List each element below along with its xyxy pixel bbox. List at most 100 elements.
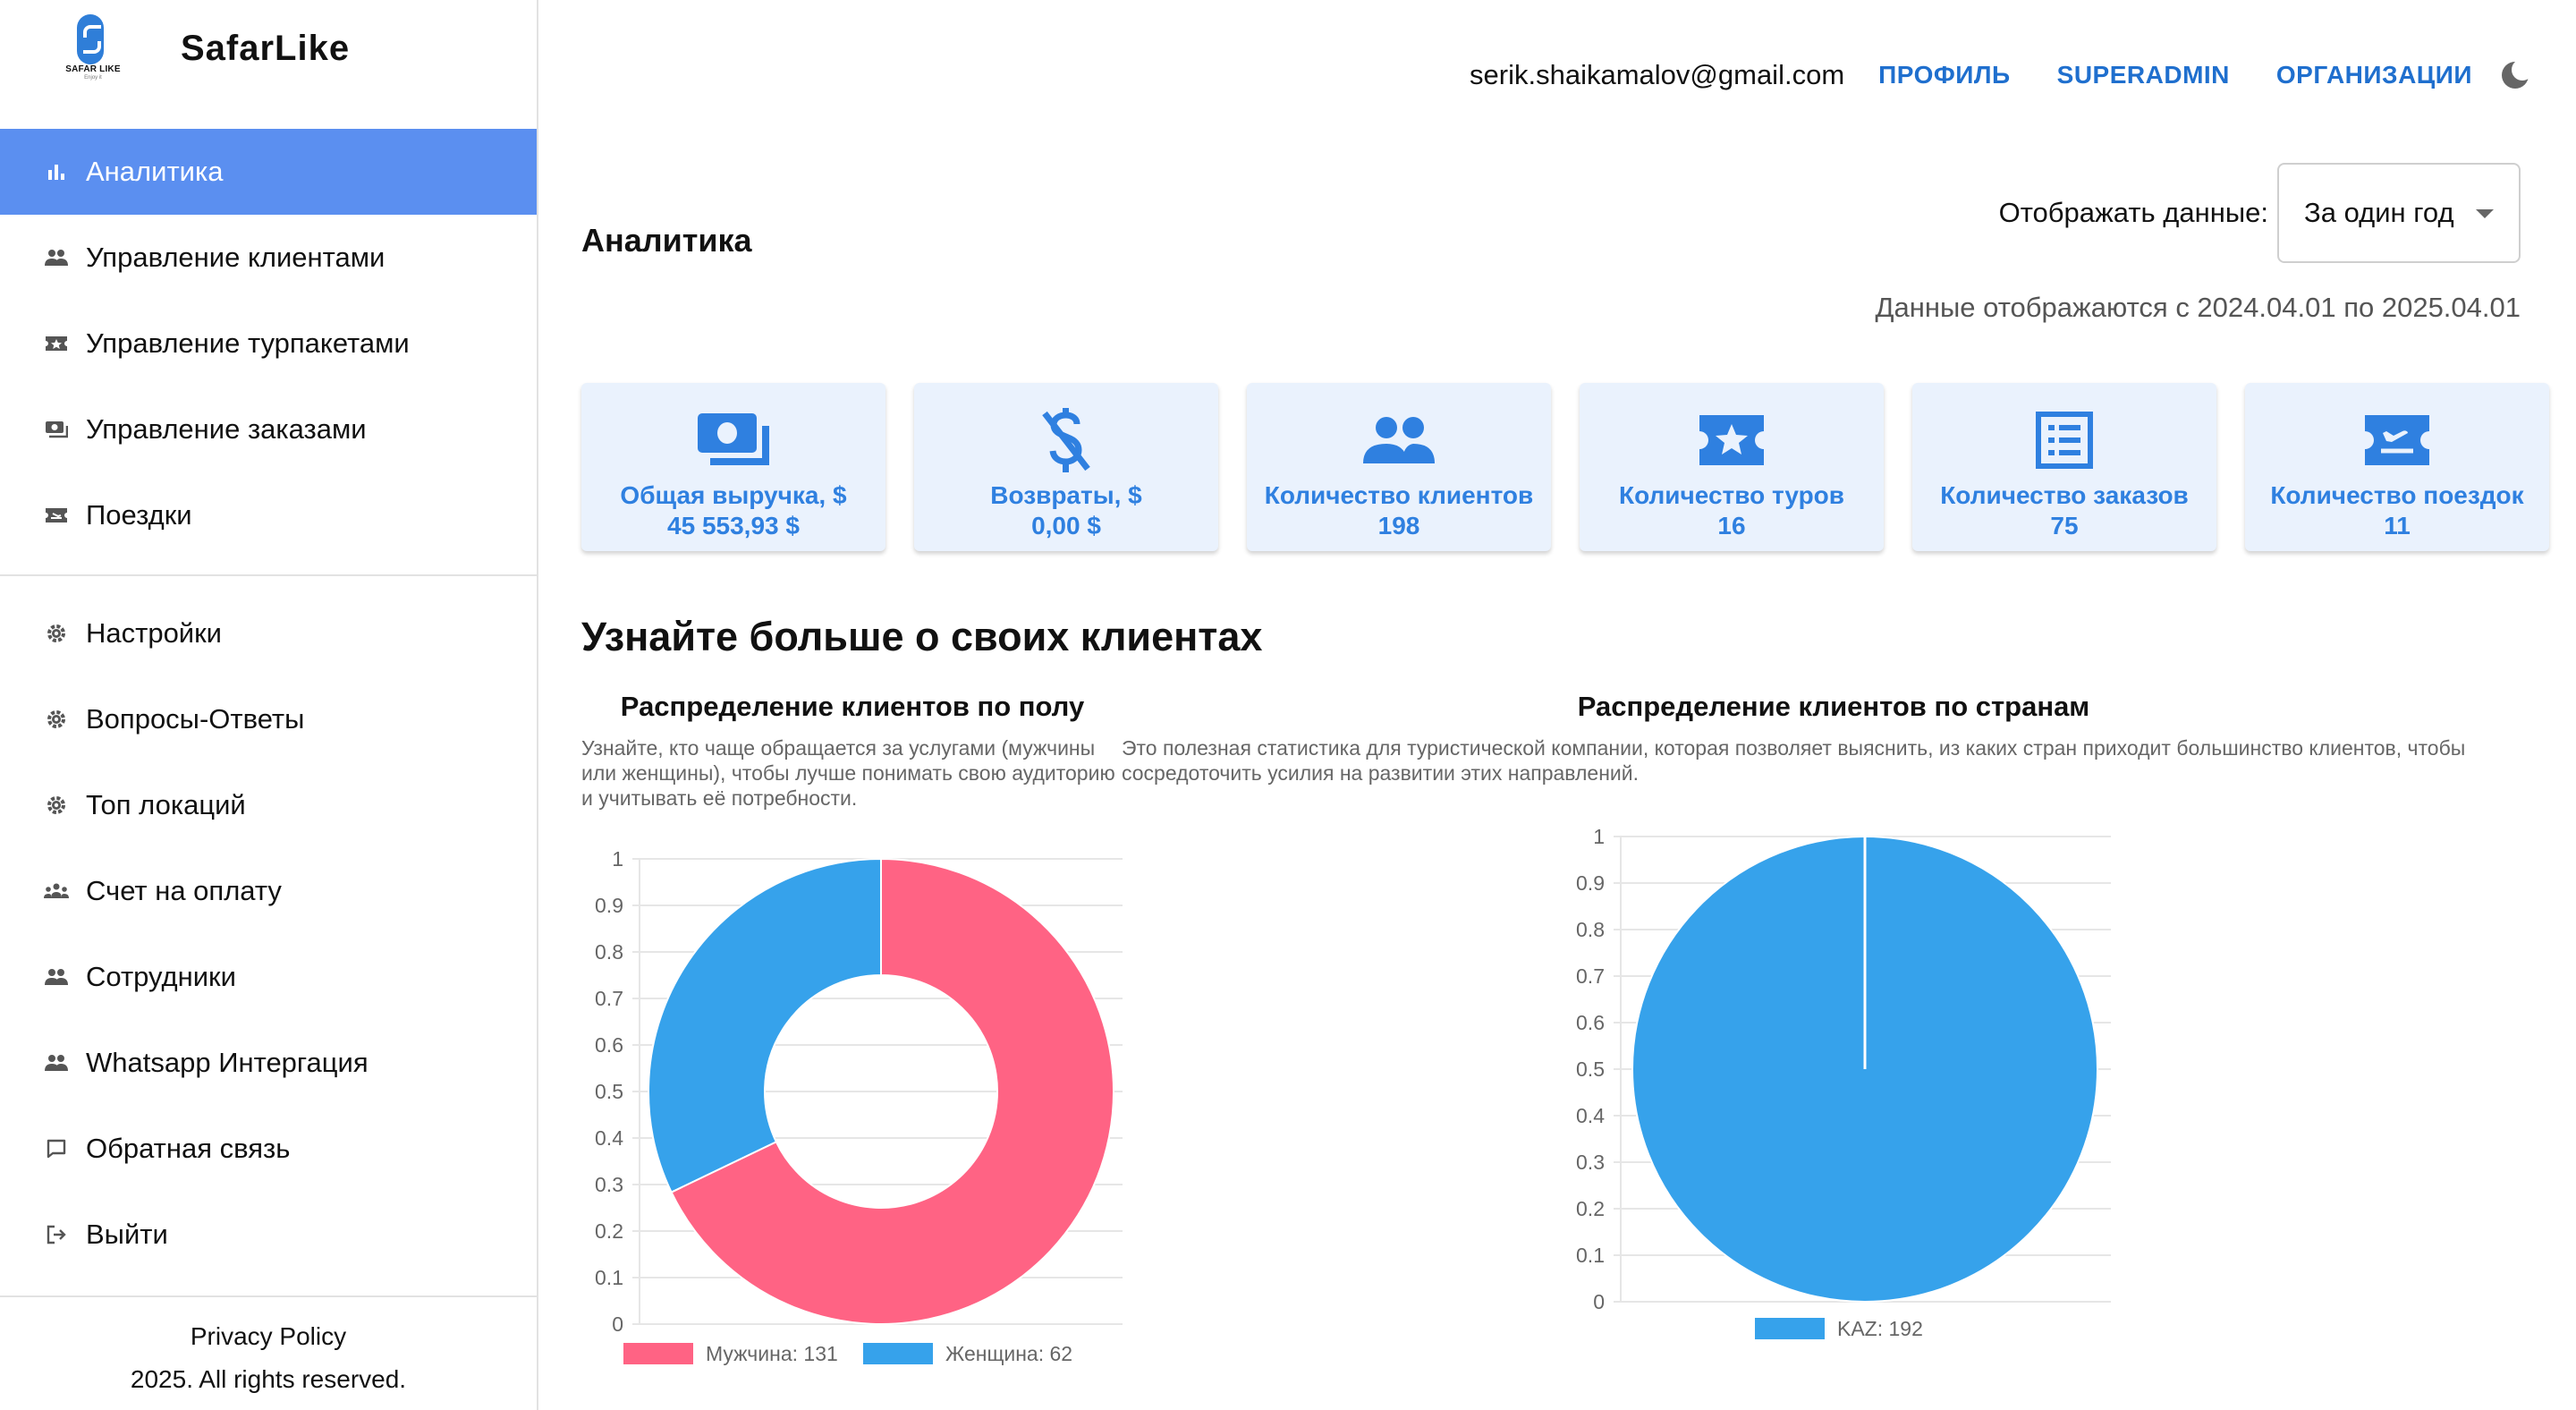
stat-card-tours: Количество туров 16 <box>1580 383 1884 551</box>
y-tick-label: 0.1 <box>595 1266 623 1289</box>
sidebar-item-label: Аналитика <box>86 156 224 187</box>
feedback-icon <box>43 1135 70 1162</box>
stat-card-label: Возвраты, $ <box>990 481 1142 509</box>
y-tick-label: 0.3 <box>595 1173 623 1196</box>
logo-icon: SAFAR LIKE Enjoy it <box>50 14 136 82</box>
y-tick-label: 0.1 <box>1576 1244 1605 1267</box>
y-tick-label: 0.4 <box>1576 1104 1605 1127</box>
user-email: serik.shaikamalov@gmail.com <box>1470 59 1845 90</box>
page-title: Аналитика <box>581 222 752 259</box>
legend-swatch <box>1755 1318 1825 1339</box>
y-tick-label: 0.4 <box>595 1126 623 1150</box>
y-tick-label: 0.2 <box>595 1219 623 1243</box>
gender-chart-title: Распределение клиентов по полу <box>620 691 1085 722</box>
list-icon <box>2025 404 2104 476</box>
organizations-link[interactable]: Организации <box>2276 61 2472 89</box>
stat-card-label: Количество клиентов <box>1264 481 1534 509</box>
period-select[interactable]: За один год <box>2277 163 2521 263</box>
money-off-icon <box>1027 404 1106 476</box>
date-range-text: Данные отображаются с 2024.04.01 по 2025… <box>1875 292 2521 323</box>
privacy-policy-link[interactable]: Privacy Policy <box>0 1315 537 1358</box>
sidebar-footer: Privacy Policy 2025. All rights reserved… <box>0 1315 537 1401</box>
caret-down-icon <box>2476 209 2494 218</box>
sidebar-item-label: Управление турпакетами <box>86 327 410 359</box>
y-tick-label: 0.7 <box>595 987 623 1010</box>
y-tick-label: 1 <box>1593 825 1605 848</box>
stat-card-value: 0,00 $ <box>1031 512 1101 539</box>
superadmin-link[interactable]: Superadmin <box>2057 61 2230 89</box>
brand-name: SafarLike <box>181 28 351 68</box>
sidebar-item-faq[interactable]: Вопросы-Ответы <box>0 676 537 762</box>
sidebar-item-whatsapp[interactable]: Whatsapp Интергация <box>0 1020 537 1106</box>
period-filter: Отображать данные: За один год <box>1999 163 2521 263</box>
period-select-value: За один год <box>2304 197 2454 228</box>
stat-card-value: 11 <box>2384 512 2411 539</box>
sidebar-item-logout[interactable]: Выйти <box>0 1192 537 1278</box>
sidebar-item-label: Вопросы-Ответы <box>86 703 305 735</box>
sidebar-item-feedback[interactable]: Обратная связь <box>0 1106 537 1192</box>
money-icon <box>43 416 70 443</box>
sidebar-divider <box>0 1295 537 1297</box>
legend-label: Женщина: 62 <box>945 1342 1072 1365</box>
people-icon <box>43 1049 70 1076</box>
logo-subtag: Enjoy it <box>84 75 102 81</box>
stat-card-label: Количество поездок <box>2270 481 2524 509</box>
legend-swatch <box>623 1343 693 1364</box>
stat-card-value: 16 <box>1717 512 1746 539</box>
sidebar-item-top-locations[interactable]: Топ локаций <box>0 762 537 848</box>
y-tick-label: 0.9 <box>1576 871 1605 895</box>
legend-swatch <box>863 1343 933 1364</box>
sidebar-item-label: Выйти <box>86 1219 168 1250</box>
legend-label: Мужчина: 131 <box>706 1342 838 1365</box>
logout-icon <box>43 1221 70 1248</box>
sidebar-item-analytics[interactable]: Аналитика <box>0 129 537 215</box>
y-tick-label: 0.7 <box>1576 964 1605 988</box>
stat-card-value: 198 <box>1377 512 1420 539</box>
legend-label: KAZ: 192 <box>1837 1317 1923 1340</box>
y-tick-label: 0.5 <box>595 1080 623 1103</box>
people-icon <box>43 244 70 271</box>
sidebar-item-employees[interactable]: Сотрудники <box>0 934 537 1020</box>
stat-card-value: 45 553,93 $ <box>667 512 800 539</box>
ticket-star-icon <box>1692 404 1771 476</box>
profile-link[interactable]: Профиль <box>1878 61 2011 89</box>
y-tick-label: 1 <box>612 847 623 871</box>
y-tick-label: 0.9 <box>595 894 623 917</box>
y-tick-label: 0 <box>1593 1290 1605 1313</box>
sidebar-item-label: Топ локаций <box>86 789 246 820</box>
stat-card-orders: Количество заказов 75 <box>1912 383 2216 551</box>
stat-card-clients: Количество клиентов 198 <box>1247 383 1551 551</box>
sidebar-item-clients[interactable]: Управление клиентами <box>0 215 537 301</box>
sidebar-secondary-nav: Настройки Вопросы-Ответы Топ локаций Сче… <box>0 590 537 1278</box>
y-tick-label: 0.5 <box>1576 1058 1605 1081</box>
app-root: SAFAR LIKE Enjoy it SafarLike Аналитика … <box>0 0 2576 1410</box>
people-icon <box>43 964 70 990</box>
sidebar-main-nav: Аналитика Управление клиентами Управлени… <box>0 129 537 558</box>
sidebar-item-trips[interactable]: Поездки <box>0 472 537 558</box>
sidebar-item-orders[interactable]: Управление заказами <box>0 386 537 472</box>
country-chart: 0 0.1 0.2 0.3 0.4 0.5 0.6 0.7 0.8 0.9 1 KAZ: 192 <box>1576 825 2111 1340</box>
period-label: Отображать данные: <box>1998 197 2268 228</box>
stat-card-trips: Количество поездок 11 <box>2245 383 2549 551</box>
pie-slice <box>648 857 882 1193</box>
sidebar: SAFAR LIKE Enjoy it SafarLike Аналитика … <box>0 0 538 1410</box>
y-tick-label: 0.8 <box>595 940 623 964</box>
section-title: Узнайте больше о своих клиентах <box>581 614 1263 659</box>
gear-icon <box>43 620 70 647</box>
copyright-text: 2025. All rights reserved. <box>130 1365 407 1393</box>
y-tick-label: 0.6 <box>595 1033 623 1057</box>
logo-tag: SAFAR LIKE <box>65 64 121 74</box>
top-header: serik.shaikamalov@gmail.com Профиль Supe… <box>1470 55 2533 95</box>
logo[interactable]: SAFAR LIKE Enjoy it SafarLike <box>50 14 350 82</box>
stat-card-label: Общая выручка, $ <box>620 481 847 509</box>
sidebar-item-tour-packages[interactable]: Управление турпакетами <box>0 301 537 386</box>
sidebar-item-settings[interactable]: Настройки <box>0 590 537 676</box>
stat-card-refunds: Возвраты, $ 0,00 $ <box>914 383 1218 551</box>
gear-icon <box>43 706 70 733</box>
stat-card-revenue: Общая выручка, $ 45 553,93 $ <box>581 383 886 551</box>
y-tick-label: 0.2 <box>1576 1197 1605 1220</box>
sidebar-item-label: Сотрудники <box>86 961 236 992</box>
moon-icon[interactable] <box>2499 59 2533 91</box>
sidebar-item-invoice[interactable]: Счет на оплату <box>0 848 537 934</box>
gender-chart-description: Узнайте, кто чаще обращается за услугами… <box>581 736 1115 810</box>
